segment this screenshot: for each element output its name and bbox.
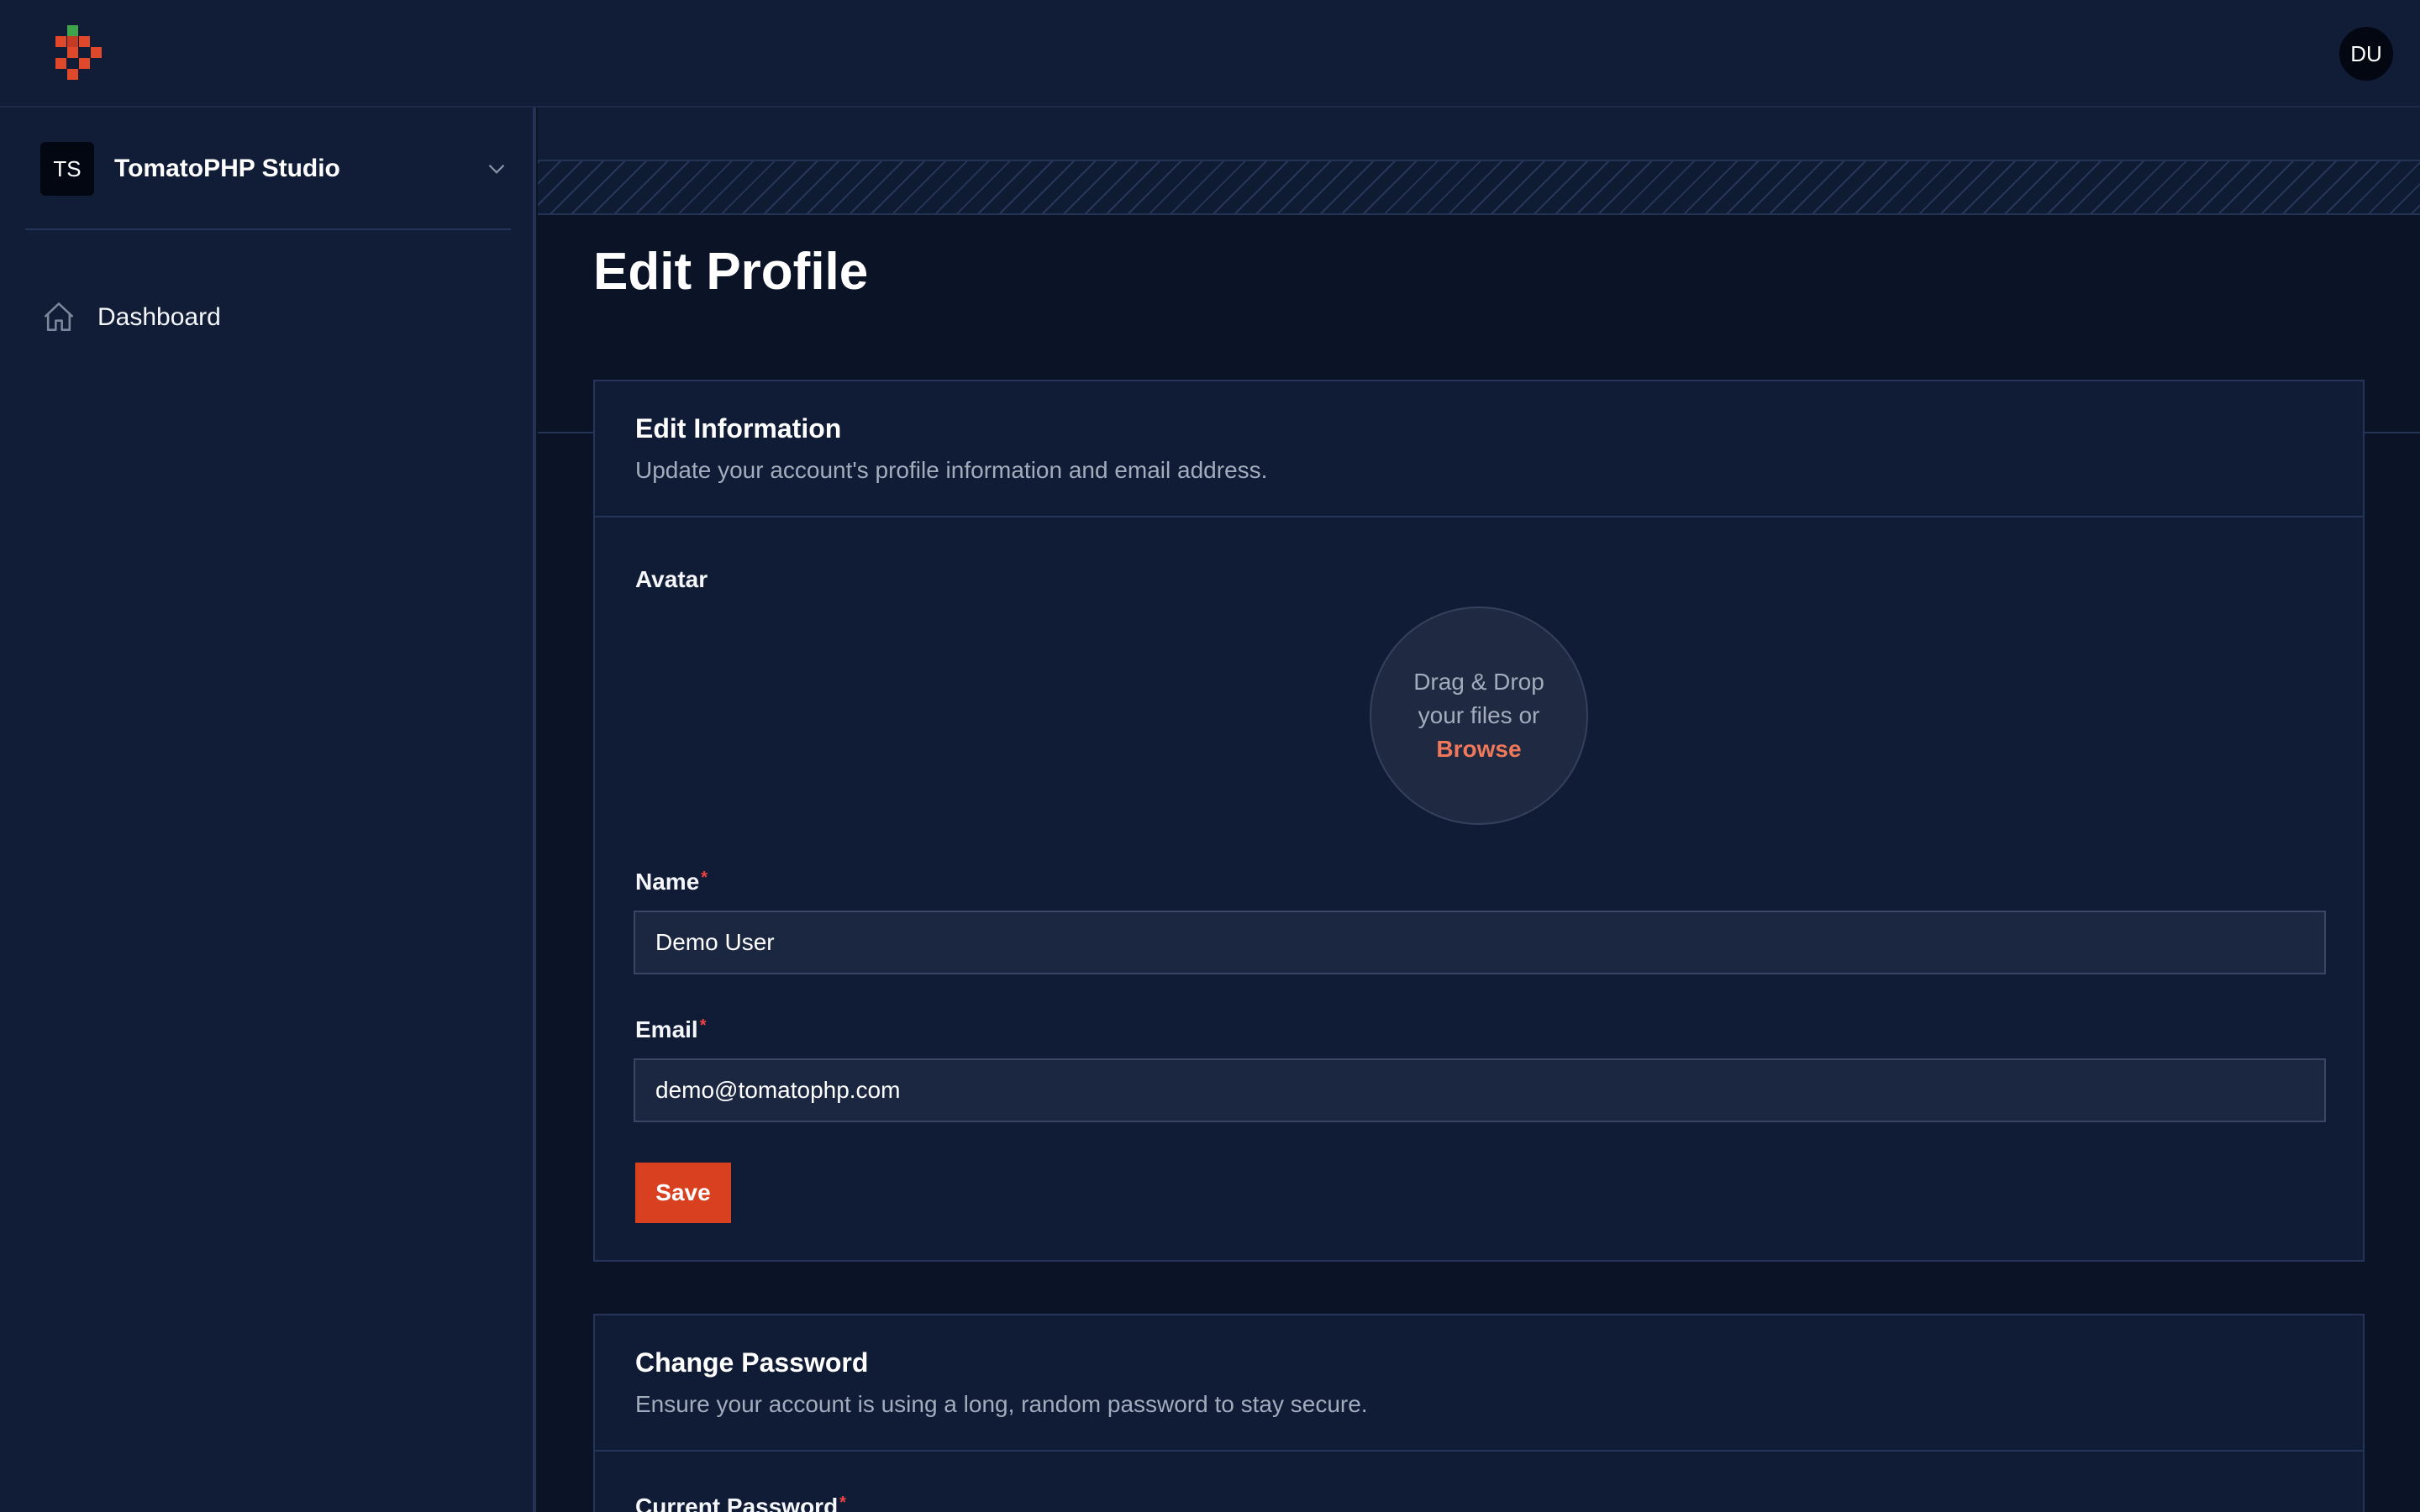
required-mark: *: [701, 869, 708, 887]
name-label: Name *: [635, 869, 708, 895]
card-header: Change Password Ensure your account is u…: [595, 1315, 2363, 1452]
card-title: Change Password: [635, 1347, 869, 1378]
current-password-label-text: Current Password: [635, 1494, 839, 1512]
required-mark: *: [839, 1494, 846, 1512]
main-content: Edit Profile Edit Information Update you…: [538, 108, 2420, 1512]
avatar-label: Avatar: [635, 566, 708, 592]
card-header: Edit Information Update your account's p…: [595, 381, 2363, 517]
save-button[interactable]: Save: [635, 1163, 731, 1223]
sidebar-item-label: Dashboard: [97, 303, 221, 331]
home-icon: [44, 302, 74, 331]
sidebar-divider: [25, 228, 511, 230]
team-avatar: TS: [40, 142, 94, 196]
dropzone-text-line1: Drag & Drop: [1413, 669, 1544, 695]
top-strip: [538, 108, 2420, 161]
email-label-text: Email: [635, 1016, 698, 1042]
avatar-dropzone[interactable]: Drag & Drop your files or Browse: [1370, 606, 1588, 825]
tomato-pixel-logo-icon[interactable]: [55, 25, 104, 82]
name-field[interactable]: Demo User: [634, 911, 2326, 974]
top-bar: DU: [0, 0, 2420, 108]
user-avatar-button[interactable]: DU: [2339, 27, 2393, 81]
current-password-label: Current Password *: [635, 1494, 846, 1512]
sidebar: TS TomatoPHP Studio Dashboard: [0, 108, 536, 1512]
browse-link[interactable]: Browse: [1436, 732, 1521, 766]
hatched-banner: [538, 161, 2420, 215]
email-field[interactable]: demo@tomatophp.com: [634, 1058, 2326, 1122]
team-switcher[interactable]: TS TomatoPHP Studio: [40, 141, 511, 197]
sidebar-item-dashboard[interactable]: Dashboard: [40, 296, 511, 339]
change-password-card: Change Password Ensure your account is u…: [593, 1314, 2365, 1512]
card-description: Ensure your account is using a long, ran…: [635, 1391, 1368, 1417]
email-label: Email *: [635, 1016, 707, 1043]
dropzone-text-line2: your files or: [1418, 702, 1540, 728]
chevron-down-icon: [488, 164, 505, 174]
required-mark: *: [699, 1016, 707, 1035]
card-title: Edit Information: [635, 413, 842, 444]
team-name: TomatoPHP Studio: [114, 155, 340, 182]
card-description: Update your account's profile informatio…: [635, 457, 1268, 483]
edit-information-card: Edit Information Update your account's p…: [593, 380, 2365, 1262]
name-label-text: Name: [635, 869, 700, 895]
page-title: Edit Profile: [593, 243, 869, 301]
